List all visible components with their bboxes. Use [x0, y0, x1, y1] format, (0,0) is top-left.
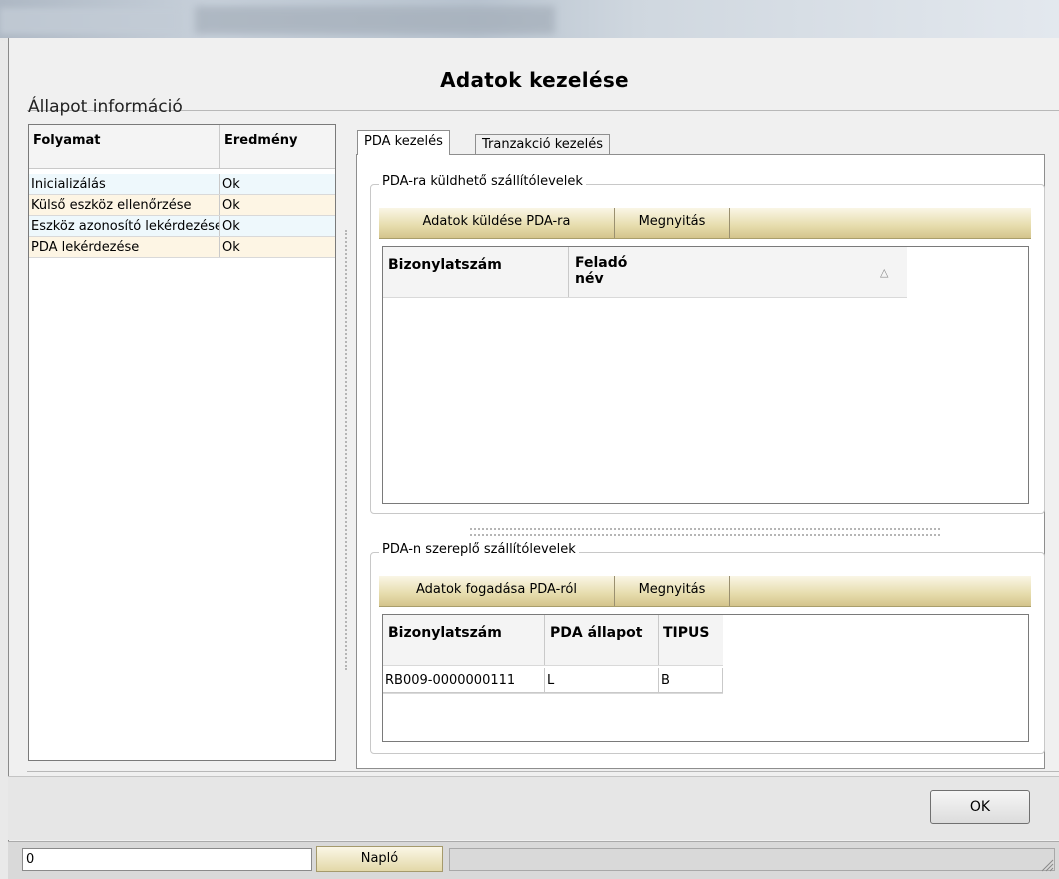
column-header-result[interactable]: Eredmény: [220, 125, 335, 168]
recv-cell-type: B: [659, 668, 723, 693]
state-result-cell: Ok: [222, 177, 240, 192]
horizontal-splitter-dots: [470, 534, 940, 536]
send-group-label: PDA-ra küldhető szállítólevelek: [379, 174, 586, 189]
state-row[interactable]: Eszköz azonosító lekérdezése Ok: [29, 216, 335, 237]
felado-nev-label: Feladó név: [575, 255, 628, 287]
column-header-bizonylatszam[interactable]: Bizonylatszám: [383, 247, 569, 297]
column-header-bizonylatszam[interactable]: Bizonylatszám: [383, 615, 545, 665]
column-header-felado-nev[interactable]: Feladó név: [569, 247, 907, 297]
state-process-cell: Inicializálás: [29, 174, 220, 194]
resize-grip-icon[interactable]: [1038, 856, 1054, 872]
status-panel: [449, 848, 1055, 871]
state-row[interactable]: Inicializálás Ok: [29, 174, 335, 195]
recv-group-label: PDA-n szereplő szállítólevelek: [379, 542, 579, 557]
state-process-cell: Eszköz azonosító lekérdezése: [29, 216, 220, 236]
send-to-pda-button[interactable]: Adatok küldése PDA-ra: [379, 208, 615, 238]
state-process-cell: Külső eszköz ellenőrzése: [29, 195, 220, 215]
send-toolbar: Adatok küldése PDA-ra Megnyitás: [379, 208, 1031, 239]
send-grid-header: Bizonylatszám Feladó név △: [383, 247, 907, 298]
state-grid-header: Folyamat Eredmény: [29, 125, 335, 169]
recv-grid[interactable]: Bizonylatszám PDA állapot TIPUS RB009-00…: [382, 614, 1029, 742]
receive-from-pda-button[interactable]: Adatok fogadása PDA-ról: [379, 576, 615, 606]
status-field: 0: [22, 848, 312, 871]
recv-toolbar: Adatok fogadása PDA-ról Megnyitás: [379, 576, 1031, 607]
sort-triangle-icon[interactable]: △: [880, 266, 888, 279]
recv-cell-status: L: [545, 668, 659, 693]
ok-button[interactable]: OK: [930, 790, 1030, 824]
send-grid[interactable]: Bizonylatszám Feladó név △: [382, 246, 1029, 504]
vertical-splitter[interactable]: [345, 230, 347, 670]
column-header-tipus[interactable]: TIPUS: [659, 615, 723, 665]
state-result-cell: Ok: [222, 219, 240, 234]
state-info-grid[interactable]: Folyamat Eredmény Inicializálás Ok Külső e…: [28, 124, 336, 761]
background-blur: [0, 8, 180, 34]
log-button[interactable]: Napló: [316, 846, 443, 872]
state-row[interactable]: PDA lekérdezése Ok: [29, 237, 335, 258]
state-row[interactable]: Külső eszköz ellenőrzése Ok: [29, 195, 335, 216]
footer-bar: [8, 776, 1059, 840]
tab-tranzakcio-kezeles[interactable]: Tranzakció kezelés: [475, 134, 611, 155]
state-result-cell: Ok: [222, 240, 240, 255]
dialog-title: Adatok kezelése: [440, 68, 629, 92]
state-process-cell: PDA lekérdezése: [29, 237, 220, 257]
tab-pda-kezeles[interactable]: PDA kezelés: [357, 130, 450, 155]
column-header-process[interactable]: Folyamat: [29, 125, 220, 168]
recv-row[interactable]: RB009-0000000111 L B: [383, 668, 723, 694]
background-blur: [195, 6, 555, 34]
send-open-button[interactable]: Megnyitás: [615, 208, 730, 238]
recv-open-button[interactable]: Megnyitás: [615, 576, 730, 606]
recv-grid-header: Bizonylatszám PDA állapot TIPUS: [383, 615, 723, 666]
recv-cell-doc-no: RB009-0000000111: [383, 668, 545, 693]
state-info-title: Állapot információ: [28, 97, 183, 117]
state-result-cell: Ok: [222, 198, 240, 213]
horizontal-splitter[interactable]: [470, 528, 940, 530]
column-header-pda-allapot[interactable]: PDA állapot: [545, 615, 659, 665]
